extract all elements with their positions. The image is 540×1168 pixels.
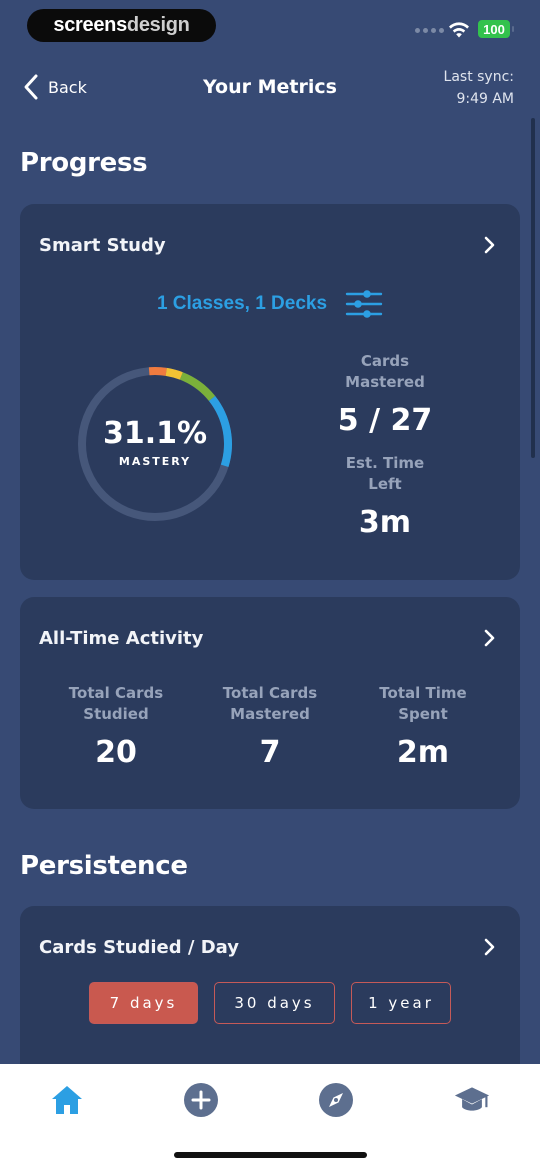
stat-value: 20 [95,735,137,770]
stat-value: 7 [259,735,281,770]
total-cards-mastered-stat: Total Cards Mastered 7 [195,683,345,770]
add-icon [184,1083,218,1117]
cellular-signal-icon [415,28,444,33]
home-icon [52,1086,82,1114]
cards-mastered-stat: Cards Mastered 5 / 27 [305,351,465,438]
stat-label-2: Mastered [230,705,310,723]
all-time-activity-card[interactable]: All-Time Activity Total Cards Studied 20… [20,597,520,809]
cards-mastered-value: 5 / 27 [337,403,433,438]
range-7-days-button[interactable]: 7 days [89,982,198,1024]
tab-explore[interactable] [318,1082,354,1118]
brand-text-part2: design [126,14,190,36]
brand-logo: screens design [27,9,216,42]
stat-label-2: Spent [398,705,448,723]
mastery-percentage: 31.1% [102,416,208,451]
stat-value: 2m [396,735,450,770]
deck-filter[interactable]: 1 Classes, 1 Decks [20,288,520,320]
mastery-ring-segment [148,367,167,376]
explore-icon [319,1083,353,1117]
stat-label-1: Total Cards [222,684,318,702]
tab-add[interactable] [183,1082,219,1118]
time-left-label-2: Left [368,475,402,493]
chevron-right-icon[interactable] [482,629,496,647]
cards-mastered-label-1: Cards [360,352,410,370]
stat-label-1: Total Cards [68,684,164,702]
stat-label-1: Total Time [379,684,467,702]
time-left-value: 3m [358,505,412,540]
mastery-ring: 31.1% MASTERY [75,364,235,524]
total-time-spent-stat: Total Time Spent 2m [348,683,498,770]
status-bar: screens design 100 [0,0,540,52]
stat-label-2: Studied [83,705,149,723]
mastery-ring-segment [179,372,216,402]
sync-label: Last sync: [443,69,514,85]
chevron-right-icon[interactable] [482,938,496,956]
persistence-heading: Persistence [20,851,188,881]
cards-per-day-title: Cards Studied / Day [39,937,240,958]
home-indicator [174,1152,367,1158]
sync-time: 9:49 AM [456,91,514,107]
mastery-label: MASTERY [118,455,192,468]
tab-home[interactable] [49,1082,85,1118]
filter-label: 1 Classes, 1 Decks [156,293,328,314]
smart-study-card[interactable]: Smart Study 1 Classes, 1 Decks 31.1% MAS… [20,204,520,580]
last-sync-info: Last sync: 9:49 AM [444,66,514,110]
mastery-ring-segment [165,367,183,380]
range-1-year-button[interactable]: 1 year [351,982,451,1024]
all-time-activity-title: All-Time Activity [39,628,204,649]
progress-heading: Progress [20,148,148,178]
battery-indicator: 100 [478,20,514,38]
total-cards-studied-stat: Total Cards Studied 20 [41,683,191,770]
sliders-icon[interactable] [345,288,383,320]
scrollbar[interactable] [531,118,535,458]
cards-studied-per-day-card[interactable]: Cards Studied / Day 7 days 30 days 1 yea… [20,906,520,1086]
classes-icon [454,1087,490,1111]
smart-study-title: Smart Study [39,235,166,256]
tab-classes[interactable] [454,1082,490,1118]
cards-mastered-label-2: Mastered [345,373,425,391]
wifi-icon [449,22,469,38]
range-30-days-button[interactable]: 30 days [214,982,335,1024]
range-selector: 7 days 30 days 1 year [89,982,451,1024]
time-left-label-1: Est. Time [345,454,425,472]
chevron-right-icon[interactable] [482,236,496,254]
brand-text-part1: screens [53,14,127,36]
time-left-stat: Est. Time Left 3m [305,453,465,540]
